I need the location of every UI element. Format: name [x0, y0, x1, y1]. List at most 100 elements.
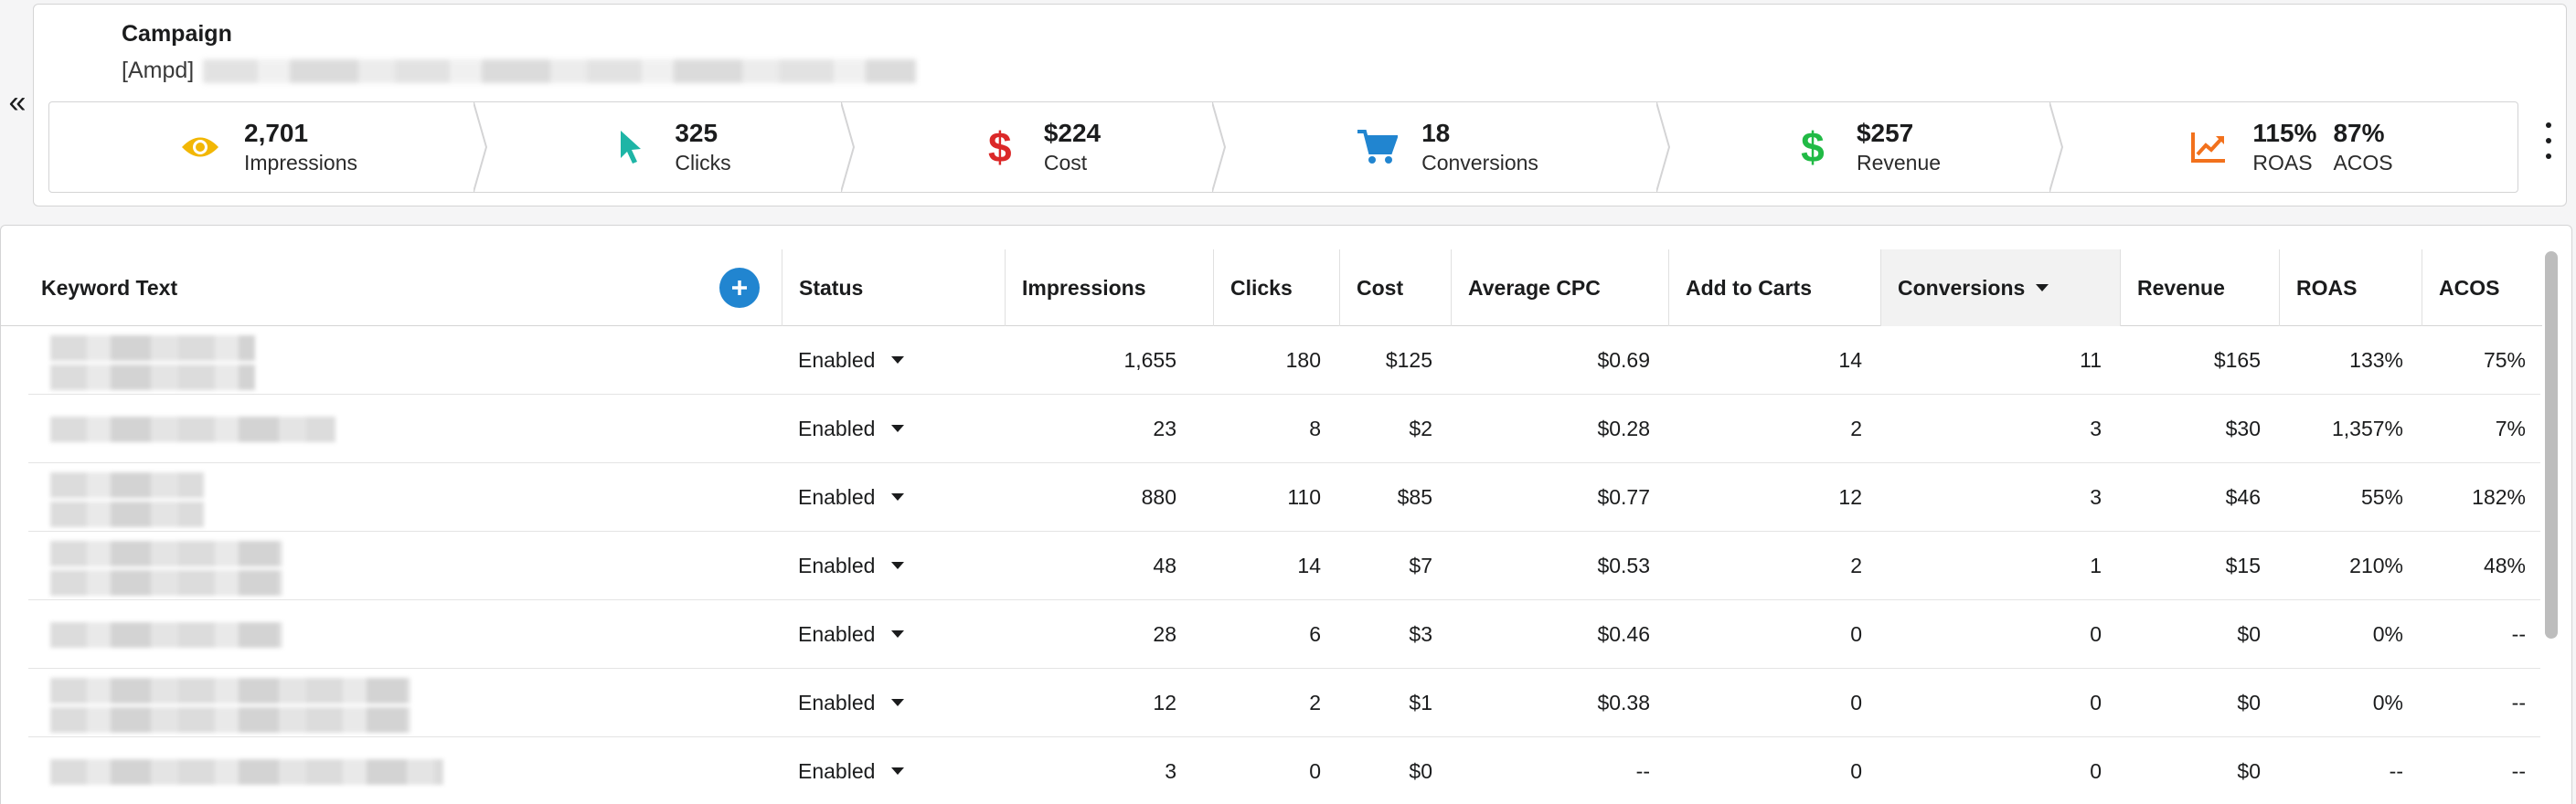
- col-add-to-carts[interactable]: Add to Carts: [1668, 249, 1880, 326]
- metric-value: 2,701: [244, 119, 309, 147]
- cell-atc: 2: [1850, 416, 1862, 440]
- col-label: Cost: [1357, 275, 1404, 300]
- col-roas[interactable]: ROAS: [2279, 249, 2422, 326]
- collapse-panel-button[interactable]: «: [2, 84, 27, 121]
- cell-impressions: 28: [1153, 621, 1176, 646]
- metric-clicks[interactable]: 325 Clicks: [486, 102, 856, 192]
- cell-cost: $85: [1397, 484, 1432, 509]
- add-keyword-button[interactable]: [719, 268, 760, 308]
- metric-label: Cost: [1043, 151, 1088, 175]
- cell-revenue: $0: [2237, 690, 2261, 714]
- cell-status[interactable]: Enabled: [798, 737, 963, 804]
- cell-atc: 0: [1850, 690, 1862, 714]
- cell-roas: 1,357%: [2331, 416, 2403, 440]
- table-row[interactable]: Enabled 12 2 $1 $0.38 0 0 $0 0% --: [28, 669, 2540, 737]
- cell-roas: 210%: [2349, 553, 2403, 577]
- keyword-text-redacted: [50, 674, 410, 733]
- caret-down-icon: [891, 493, 905, 501]
- cell-clicks: 2: [1309, 690, 1321, 714]
- col-cost[interactable]: Cost: [1339, 249, 1451, 326]
- status-dropdown[interactable]: Enabled: [798, 622, 905, 647]
- metric-impressions[interactable]: 2,701 Impressions: [49, 102, 488, 192]
- col-label: Impressions: [1022, 275, 1146, 300]
- status-value: Enabled: [798, 484, 876, 509]
- cell-conversions: 3: [2090, 484, 2102, 509]
- cell-acos: --: [2511, 758, 2526, 783]
- caret-down-icon: [891, 425, 905, 432]
- col-impressions[interactable]: Impressions: [1005, 249, 1213, 326]
- table-row[interactable]: Enabled 1,655 180 $125 $0.69 14 11 $165 133% 75%: [28, 326, 2540, 395]
- metric-value-roas: 115%: [2252, 119, 2317, 147]
- eye-icon: [178, 125, 222, 169]
- chevron-divider: [1656, 102, 1671, 192]
- cell-cpc: --: [1635, 758, 1650, 783]
- col-label: Status: [799, 275, 864, 300]
- col-average-cpc[interactable]: Average CPC: [1451, 249, 1668, 326]
- col-acos[interactable]: ACOS: [2422, 249, 2542, 326]
- cell-status[interactable]: Enabled: [798, 532, 963, 599]
- cell-status[interactable]: Enabled: [798, 600, 963, 668]
- status-dropdown[interactable]: Enabled: [798, 348, 905, 373]
- cell-revenue: $46: [2225, 484, 2261, 509]
- cell-cost: $2: [1409, 416, 1432, 440]
- col-label: Conversions: [1898, 275, 2026, 300]
- chevron-divider: [841, 102, 856, 192]
- metric-conversions[interactable]: 18 Conversions: [1225, 102, 1671, 192]
- metric-revenue[interactable]: $ $257 Revenue: [1669, 102, 2064, 192]
- caret-down-icon: [891, 630, 905, 638]
- cell-status[interactable]: Enabled: [798, 669, 963, 736]
- campaign-summary-panel: Campaign [Ampd] 2,701 Impressions 325 Cl…: [33, 4, 2567, 206]
- col-keyword-text[interactable]: Keyword Text: [1, 249, 782, 326]
- cell-atc: 0: [1850, 621, 1862, 646]
- cell-revenue: $15: [2225, 553, 2261, 577]
- scrollbar-thumb[interactable]: [2545, 251, 2558, 639]
- status-dropdown[interactable]: Enabled: [798, 554, 905, 578]
- more-options-icon[interactable]: [2543, 122, 2554, 159]
- cell-status[interactable]: Enabled: [798, 395, 963, 462]
- chevron-divider: [2049, 102, 2064, 192]
- cell-conversions: 0: [2090, 621, 2102, 646]
- table-row[interactable]: Enabled 28 6 $3 $0.46 0 0 $0 0% --: [28, 600, 2540, 669]
- metric-cost[interactable]: $ $224 Cost: [854, 102, 1227, 192]
- col-clicks[interactable]: Clicks: [1213, 249, 1339, 326]
- status-value: Enabled: [798, 758, 876, 783]
- cell-cost: $0: [1409, 758, 1432, 783]
- cell-clicks: 180: [1285, 347, 1321, 372]
- cell-revenue: $30: [2225, 416, 2261, 440]
- cell-cost: $1: [1409, 690, 1432, 714]
- metric-value: $257: [1856, 119, 1914, 147]
- metric-roas-acos[interactable]: 115% ROAS 87% ACOS: [2062, 102, 2517, 192]
- cell-roas: 0%: [2372, 621, 2403, 646]
- table-row[interactable]: Enabled 48 14 $7 $0.53 2 1 $15 210% 48%: [28, 532, 2540, 600]
- keyword-text-redacted: [50, 413, 335, 468]
- cell-atc: 0: [1850, 758, 1862, 783]
- col-label: Revenue: [2137, 275, 2225, 300]
- status-value: Enabled: [798, 416, 876, 440]
- cell-roas: 133%: [2349, 347, 2403, 372]
- col-revenue[interactable]: Revenue: [2120, 249, 2279, 326]
- metric-label-roas: ROAS: [2252, 151, 2313, 175]
- status-dropdown[interactable]: Enabled: [798, 484, 905, 510]
- cell-roas: 55%: [2360, 484, 2403, 509]
- table-row[interactable]: Enabled 880 110 $85 $0.77 12 3 $46 55% 182%: [28, 463, 2540, 532]
- col-status[interactable]: Status: [782, 249, 1005, 326]
- cell-revenue: $0: [2237, 621, 2261, 646]
- caret-down-icon: [891, 356, 905, 364]
- table-row[interactable]: Enabled 23 8 $2 $0.28 2 3 $30 1,357% 7%: [28, 395, 2540, 463]
- metric-value: 325: [675, 119, 719, 147]
- cell-status[interactable]: Enabled: [798, 326, 963, 394]
- cell-cpc: $0.46: [1597, 621, 1650, 646]
- cell-roas: --: [2389, 758, 2403, 783]
- status-dropdown[interactable]: Enabled: [798, 416, 905, 441]
- table-row[interactable]: Enabled 3 0 $0 -- 0 0 $0 -- --: [28, 737, 2540, 804]
- col-conversions[interactable]: Conversions: [1880, 249, 2120, 326]
- metric-label: Clicks: [675, 151, 731, 175]
- keywords-table: Keyword Text Status Impressions Clicks C…: [0, 225, 2572, 804]
- cell-status[interactable]: Enabled: [798, 463, 963, 531]
- cell-cost: $125: [1385, 347, 1432, 372]
- cell-acos: 48%: [2483, 553, 2526, 577]
- status-dropdown[interactable]: Enabled: [798, 758, 905, 784]
- chevron-divider: [474, 102, 488, 192]
- col-label: Average CPC: [1468, 275, 1601, 300]
- status-dropdown[interactable]: Enabled: [798, 691, 905, 715]
